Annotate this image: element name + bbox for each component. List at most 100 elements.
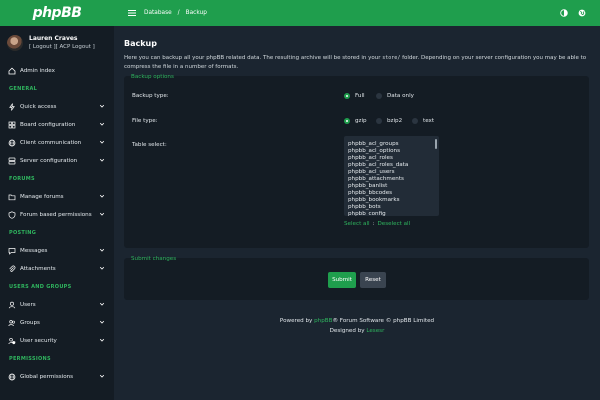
sidebar-item-attachments[interactable]: Attachments (0, 260, 114, 278)
intro-text: Here you can backup all your phpBB relat… (124, 55, 587, 70)
reset-button[interactable]: Reset (360, 272, 386, 288)
select-links: Select all: Deselect all (344, 221, 411, 227)
submit-changes-legend: Submit changes (131, 256, 177, 262)
submit-button[interactable]: Submit (328, 272, 356, 288)
chevron-down-icon[interactable] (99, 157, 105, 163)
logo-bar: phpBB (0, 0, 114, 26)
hamburger-menu-icon[interactable] (128, 9, 136, 17)
radio-data-only[interactable] (376, 93, 382, 99)
user-box: Lauren Craves [ Logout ][ ACP Logout ] (0, 28, 114, 58)
listbox-scrollbar[interactable] (435, 139, 437, 149)
table-option[interactable]: phpbb_acl_roles (348, 155, 439, 162)
chevron-down-icon[interactable] (99, 121, 105, 127)
page-title: Backup (124, 39, 157, 48)
paperclip-icon (9, 265, 16, 272)
server-icon (8, 157, 16, 165)
footer: Powered by phpBB® Forum Software © phpBB… (114, 316, 600, 336)
chevron-down-icon[interactable] (99, 211, 105, 217)
theme-toggle-icon[interactable] (560, 9, 568, 17)
user-icon (8, 301, 16, 309)
sidebar-item-quick-access[interactable]: Quick access (0, 98, 114, 116)
table-option[interactable]: phpbb_bbcodes (348, 190, 439, 197)
file-type-text-option[interactable]: text (412, 118, 434, 124)
table-option[interactable]: phpbb_bots (348, 204, 439, 211)
globe-icon (8, 373, 16, 381)
backup-type-data-only-option[interactable]: Data only (376, 93, 414, 99)
footer-powered-by: Powered by phpBB® Forum Software © phpBB… (279, 318, 435, 324)
sidebar-item-messages[interactable]: Messages (0, 242, 114, 260)
sidebar-item-label: Quick access (20, 104, 57, 110)
sidebar-item-users[interactable]: Users (0, 296, 114, 314)
breadcrumb-backup: Backup (185, 10, 207, 16)
folder-icon (8, 194, 16, 201)
backup-type-label: Backup type: (132, 93, 169, 99)
select-all-link[interactable]: Select all (344, 221, 370, 227)
store-folder-code: store/ (382, 55, 401, 61)
sidebar-item-label: Groups (20, 320, 40, 326)
sidebar-item-label: Global permissions (20, 374, 74, 380)
chevron-down-icon[interactable] (99, 193, 105, 199)
nav-section-users-and-groups: USERS AND GROUPS (9, 284, 72, 290)
chevron-down-icon[interactable] (99, 301, 105, 307)
sidebar-item-client-communication[interactable]: Client communication (0, 134, 114, 152)
user-shield-icon (8, 337, 16, 345)
table-option[interactable]: phpbb_acl_roles_data (348, 162, 439, 169)
language-icon[interactable] (578, 9, 586, 17)
nav-section-forums: FORUMS (9, 176, 35, 182)
designer-link[interactable]: Lesesr (366, 328, 384, 334)
nav-section-general: GENERAL (9, 86, 38, 92)
file-type-bzip2-option[interactable]: bzip2 (376, 118, 402, 124)
breadcrumb: Database / Backup (144, 10, 207, 16)
phpbb-link[interactable]: phpBB (314, 318, 332, 324)
table-option[interactable]: phpbb_acl_options (348, 148, 439, 155)
backup-type-full-option[interactable]: Full (344, 93, 365, 99)
sidebar-item-label: Server configuration (20, 158, 78, 164)
radio-gzip[interactable] (344, 118, 350, 124)
chevron-down-icon[interactable] (99, 265, 105, 271)
user-name: Lauren Craves (29, 35, 78, 42)
sidebar-item-user-security[interactable]: User security (0, 332, 114, 350)
table-select-label: Table select: (132, 142, 167, 148)
breadcrumb-database[interactable]: Database (144, 10, 172, 16)
users-icon (8, 320, 16, 327)
sidebar-item-admin-index[interactable]: Admin index (0, 62, 114, 80)
table-option[interactable]: phpbb_banlist (348, 183, 439, 190)
chevron-down-icon[interactable] (99, 319, 105, 325)
table-option[interactable]: phpbb_config (348, 211, 439, 216)
sidebar-item-label: Forum based permissions (20, 212, 92, 218)
sidebar-item-groups[interactable]: Groups (0, 314, 114, 332)
sidebar-item-label: Client communication (20, 140, 82, 146)
sidebar-item-server-configuration[interactable]: Server configuration (0, 152, 114, 170)
sidebar-item-board-configuration[interactable]: Board configuration (0, 116, 114, 134)
phpbb-logo[interactable]: phpBB (33, 5, 82, 21)
main-content: Backup Here you can backup all your phpB… (114, 26, 600, 400)
sidebar-item-manage-forums[interactable]: Manage forums (0, 188, 114, 206)
radio-text[interactable] (412, 118, 418, 124)
logout-links[interactable]: [ Logout ][ ACP Logout ] (29, 43, 95, 51)
table-select-listbox[interactable]: phpbb_acl_groups phpbb_acl_options phpbb_a… (344, 136, 439, 216)
table-option[interactable]: phpbb_acl_users (348, 169, 439, 176)
bolt-icon (9, 103, 15, 111)
sidebar-item-label: Board configuration (20, 122, 76, 128)
chevron-down-icon[interactable] (99, 247, 105, 253)
table-option[interactable]: phpbb_attachments (348, 176, 439, 183)
nav-section-posting: POSTING (9, 230, 37, 236)
nav-section-permissions: PERMISSIONS (9, 356, 51, 362)
chat-icon (8, 248, 16, 255)
shield-icon (8, 211, 16, 219)
chevron-down-icon[interactable] (99, 337, 105, 343)
sidebar-item-forum-based-permissions[interactable]: Forum based permissions (0, 206, 114, 224)
chevron-down-icon[interactable] (99, 103, 105, 109)
avatar[interactable] (7, 35, 23, 51)
topbar: Database / Backup (114, 0, 600, 26)
radio-bzip2[interactable] (376, 118, 382, 124)
table-option[interactable]: phpbb_acl_groups (348, 141, 439, 148)
chevron-down-icon[interactable] (99, 139, 105, 145)
radio-full[interactable] (344, 93, 350, 99)
table-option[interactable]: phpbb_bookmarks (348, 197, 439, 204)
deselect-all-link[interactable]: Deselect all (377, 221, 410, 227)
chevron-down-icon[interactable] (99, 373, 105, 379)
sidebar-item-global-permissions[interactable]: Global permissions (0, 368, 114, 386)
breadcrumb-separator: / (177, 10, 180, 16)
file-type-gzip-option[interactable]: gzip (344, 118, 367, 124)
